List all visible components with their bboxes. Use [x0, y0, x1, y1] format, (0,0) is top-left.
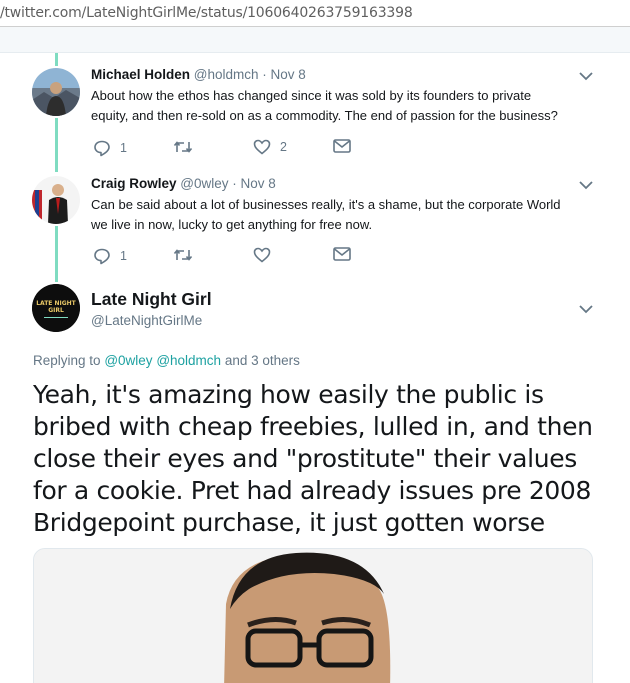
tweet-text-line: Can be said about a lot of businesses re… [91, 197, 561, 212]
man-portrait-photo [34, 549, 592, 683]
tweet-text-line: for a cookie. Pret had already issues pr… [33, 476, 592, 505]
tweet-actions: 1 [93, 247, 373, 267]
direct-message-button[interactable] [333, 247, 351, 261]
avatar-logo-text: GIRL [48, 307, 64, 314]
direct-message-button[interactable] [333, 139, 351, 153]
chevron-down-icon[interactable] [578, 70, 594, 82]
thread-line [55, 53, 58, 66]
replying-prefix: Replying to [33, 353, 101, 368]
reply-icon [94, 140, 110, 157]
avatar-photo-icon [32, 176, 80, 224]
chevron-down-icon[interactable] [578, 179, 594, 191]
author-handle[interactable]: @LateNightGirlMe [91, 313, 202, 328]
thread-line [55, 118, 58, 172]
envelope-icon [333, 247, 351, 261]
author-name[interactable]: Craig Rowley [91, 176, 177, 191]
like-button[interactable]: 2 [253, 139, 287, 155]
tweet-text-line: Bridgepoint purchase, it just gotten wor… [33, 508, 545, 537]
envelope-icon [333, 139, 351, 153]
avatar[interactable] [32, 68, 80, 116]
author-handle-date[interactable]: @holdmch · Nov 8 [194, 67, 306, 82]
retweet-icon [173, 141, 193, 153]
author-name[interactable]: Late Night Girl [91, 289, 212, 310]
url-text[interactable]: /twitter.com/LateNightGirlMe/status/1060… [0, 5, 413, 21]
tweet-text-line: we live in now, lucky to get anything fo… [91, 217, 373, 232]
tweet-text-line: About how the ethos has changed since it… [91, 88, 532, 103]
retweet-icon [173, 249, 193, 261]
tweet-media-image[interactable] [33, 548, 593, 683]
like-count: 2 [280, 140, 287, 154]
retweet-button[interactable] [173, 247, 193, 263]
replying-to: Replying to @0wley @holdmch and 3 others [33, 353, 300, 368]
reply-count: 1 [120, 141, 127, 155]
reply-count: 1 [120, 249, 127, 263]
heart-icon [253, 247, 271, 263]
tweet-header: Michael Holden @holdmch · Nov 8 [91, 67, 306, 82]
tweet-actions: 1 2 [93, 139, 373, 159]
address-bar[interactable]: /twitter.com/LateNightGirlMe/status/1060… [0, 0, 630, 27]
reply-icon [94, 248, 110, 265]
tweet-text: About how the ethos has changed since it… [91, 86, 621, 126]
heart-icon [253, 139, 271, 155]
tweet-header: Craig Rowley @0wley · Nov 8 [91, 176, 276, 191]
tweet-text-line: bribed with cheap freebies, lulled in, a… [33, 412, 593, 441]
mention-link[interactable]: @holdmch [156, 353, 221, 368]
thread-line [55, 226, 58, 282]
tweet-text-line: close their eyes and "prostitute" their … [33, 444, 577, 473]
avatar[interactable] [32, 176, 80, 224]
author-handle-date[interactable]: @0wley · Nov 8 [180, 176, 275, 191]
replying-others[interactable]: and 3 others [225, 353, 300, 368]
mention-link[interactable]: @0wley [104, 353, 152, 368]
tweet-text: Can be said about a lot of businesses re… [91, 195, 621, 235]
retweet-button[interactable] [173, 139, 193, 155]
tweet-text-line: equity, and then re-sold on as a commodi… [91, 108, 558, 123]
like-button[interactable] [253, 247, 271, 263]
author-name[interactable]: Michael Holden [91, 67, 190, 82]
avatar-logo-text: LATE NIGHT [36, 300, 76, 307]
chevron-down-icon[interactable] [578, 303, 594, 315]
reply-button[interactable]: 1 [93, 139, 127, 157]
page-top-strip [0, 27, 630, 53]
tweet-text-line: Yeah, it's amazing how easily the public… [33, 380, 544, 409]
reply-button[interactable]: 1 [93, 247, 127, 265]
avatar[interactable]: LATE NIGHT GIRL [32, 284, 80, 332]
avatar-photo-icon [32, 68, 80, 116]
main-tweet-text: Yeah, it's amazing how easily the public… [33, 379, 623, 539]
late-night-girl-logo: LATE NIGHT GIRL [32, 284, 80, 332]
